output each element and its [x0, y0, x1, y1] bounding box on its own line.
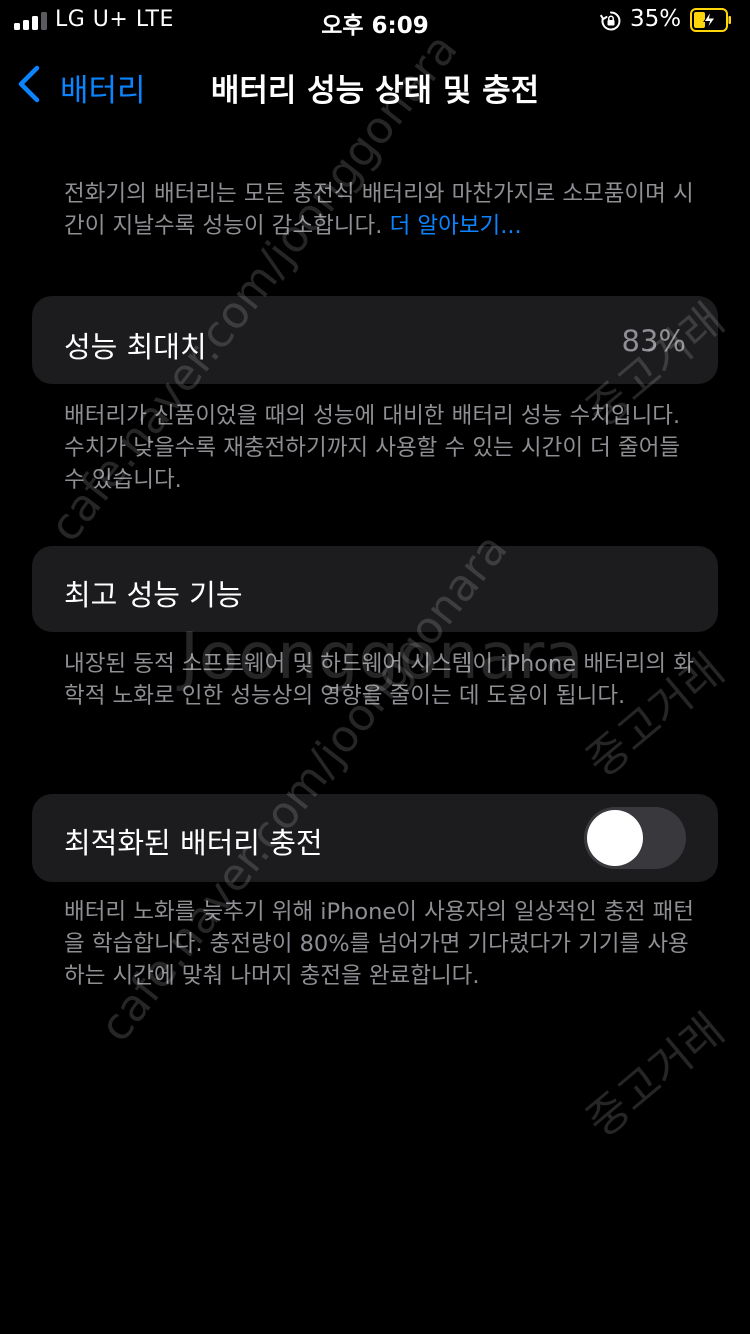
status-bar: LG U+ LTE 오후 6:09 35%	[0, 0, 750, 40]
peak-performance-cell: 최고 성능 기능	[32, 546, 718, 632]
navigation-bar: 배터리 배터리 성능 상태 및 충전	[0, 56, 750, 112]
battery-charging-icon	[690, 8, 731, 32]
toggle-knob	[587, 810, 643, 866]
max-capacity-cell: 성능 최대치 83%	[32, 296, 718, 384]
battery-percent: 35%	[630, 6, 682, 32]
peak-performance-label: 최고 성능 기능	[64, 578, 243, 612]
intro-description: 전화기의 배터리는 모든 충전식 배터리와 마찬가지로 소모품이며 시간이 지날…	[64, 178, 704, 242]
rotation-lock-icon	[600, 11, 621, 31]
max-capacity-description: 배터리가 신품이었을 때의 성능에 대비한 배터리 성능 수치입니다. 수치가 …	[64, 403, 681, 493]
peak-performance-description: 내장된 동적 소프트웨어 및 하드웨어 시스템이 iPhone 배터리의 화학적…	[64, 651, 694, 709]
optimized-charging-description: 배터리 노화를 늦추기 위해 iPhone이 사용자의 일상적인 충전 패턴을 …	[64, 899, 694, 989]
page-title: 배터리 성능 상태 및 충전	[210, 73, 540, 109]
learn-more-link[interactable]: 더 알아보기...	[390, 213, 522, 239]
optimized-charging-toggle[interactable]	[584, 807, 686, 869]
optimized-charging-cell: 최적화된 배터리 충전	[32, 794, 718, 882]
optimized-charging-label: 최적화된 배터리 충전	[64, 826, 323, 860]
watermark-korean: 중고거래	[577, 1004, 734, 1148]
max-capacity-value: 83%	[621, 324, 686, 358]
intro-text: 전화기의 배터리는 모든 충전식 배터리와 마찬가지로 소모품이며 시간이 지날…	[64, 181, 694, 239]
max-capacity-label: 성능 최대치	[64, 330, 207, 364]
